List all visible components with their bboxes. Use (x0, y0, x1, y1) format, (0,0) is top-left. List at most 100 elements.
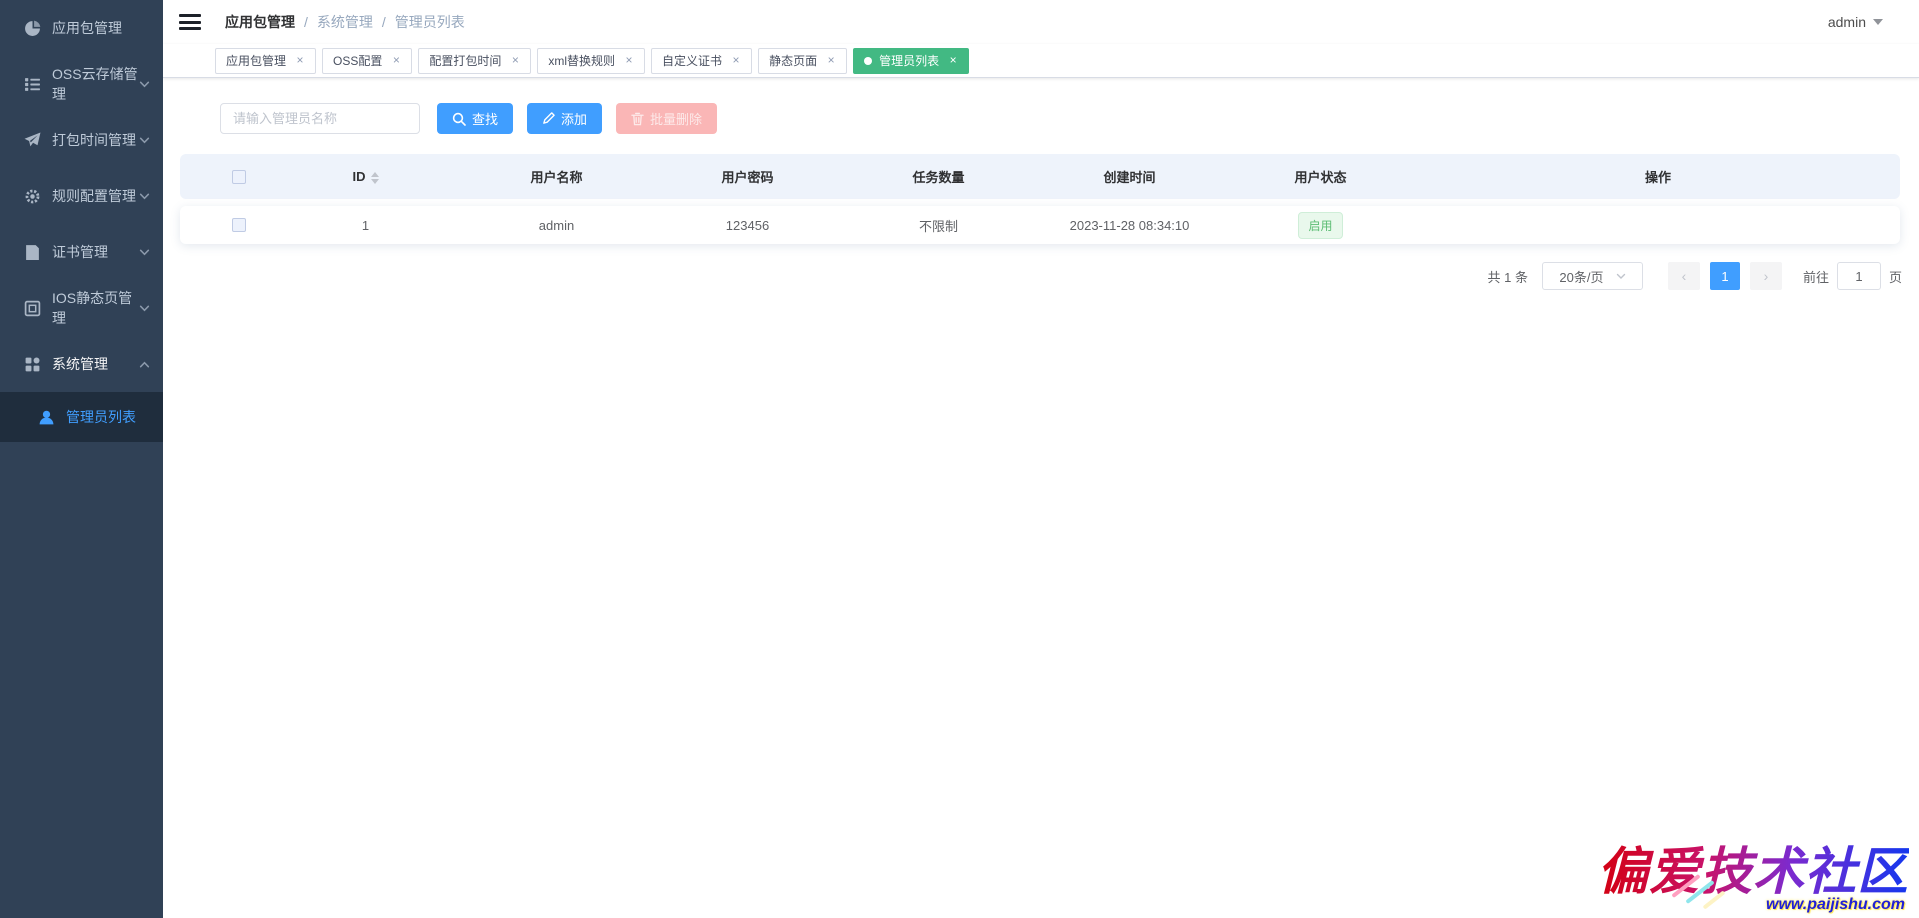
trash-icon (631, 112, 644, 126)
pagination-total: 共 1 条 (1488, 267, 1528, 286)
tab-custom-cert[interactable]: 自定义证书 × (651, 48, 752, 74)
chevron-down-icon (139, 79, 150, 90)
page-size-select[interactable]: 20条/页 (1542, 262, 1643, 290)
page-size-value: 20条/页 (1559, 267, 1603, 286)
close-icon[interactable]: × (729, 54, 743, 68)
sidebar-item-admin-list[interactable]: 管理员列表 (0, 392, 163, 442)
tab-oss-config[interactable]: OSS配置 × (322, 48, 412, 74)
close-icon[interactable]: × (622, 54, 636, 68)
sidebar-subitem-label: 管理员列表 (66, 407, 136, 427)
col-header-password: 用户密码 (652, 167, 843, 186)
tab-label: 自定义证书 (662, 52, 722, 69)
row-checkbox[interactable] (232, 218, 246, 232)
status-badge: 启用 (1298, 212, 1342, 239)
breadcrumb-separator: / (382, 14, 386, 30)
page-number-button[interactable]: 1 (1710, 262, 1740, 290)
add-button[interactable]: 添加 (527, 103, 602, 134)
breadcrumb-item: 系统管理 (317, 12, 373, 32)
batch-delete-button[interactable]: 批量删除 (616, 103, 717, 134)
tab-label: xml替换规则 (548, 52, 615, 69)
username-label: admin (1828, 14, 1866, 30)
search-input[interactable] (220, 103, 420, 134)
admin-table: ID 用户名称 用户密码 任务数量 创建时间 用户状态 操作 1 admin 1… (180, 154, 1900, 244)
batch-delete-label: 批量删除 (650, 109, 702, 128)
tab-package-time[interactable]: 配置打包时间 × (418, 48, 531, 74)
pagination: 共 1 条 20条/页 ‹ 1 › 前往 页 (1488, 262, 1903, 290)
select-all-checkbox[interactable] (232, 170, 246, 184)
user-icon (38, 409, 55, 426)
sidebar-item-label: 系统管理 (52, 354, 108, 374)
main-content: 查找 添加 批量删除 ID 用户名称 用户密码 任务数量 创建时间 用户 (163, 78, 1919, 918)
sidebar-item-oss-storage[interactable]: OSS云存储管理 (0, 56, 163, 112)
frame-icon (24, 300, 41, 317)
close-icon[interactable]: × (293, 54, 307, 68)
goto-page-input[interactable] (1837, 262, 1881, 290)
sidebar-item-system[interactable]: 系统管理 (0, 336, 163, 392)
col-header-username: 用户名称 (461, 167, 652, 186)
gear-icon (24, 188, 41, 205)
tab-static-page[interactable]: 静态页面 × (758, 48, 847, 74)
chevron-down-icon (139, 303, 150, 314)
col-header-id[interactable]: ID (270, 169, 461, 184)
tab-label: 应用包管理 (226, 52, 286, 69)
hamburger-icon[interactable] (179, 14, 201, 30)
sidebar-item-label: 打包时间管理 (52, 130, 136, 150)
table-row: 1 admin 123456 不限制 2023-11-28 08:34:10 启… (180, 206, 1900, 244)
tab-app-package[interactable]: 应用包管理 × (215, 48, 316, 74)
caret-down-icon (1873, 19, 1883, 25)
sidebar-item-label: 证书管理 (52, 242, 108, 262)
app-window: 应用包管理 OSS云存储管理 打包时间管理 规则配置管理 (0, 0, 1919, 918)
col-header-actions: 操作 (1416, 167, 1900, 186)
chevron-down-icon (1616, 271, 1626, 281)
breadcrumb-item: 管理员列表 (395, 12, 465, 32)
cell-password: 123456 (652, 218, 843, 233)
grid-icon (24, 356, 41, 373)
breadcrumb-separator: / (304, 14, 308, 30)
sidebar-item-rule-config[interactable]: 规则配置管理 (0, 168, 163, 224)
next-page-button[interactable]: › (1750, 262, 1782, 290)
dashboard-icon (24, 20, 41, 37)
close-icon[interactable]: × (824, 54, 838, 68)
tab-xml-rule[interactable]: xml替换规则 × (537, 48, 645, 74)
chevron-down-icon (139, 135, 150, 146)
search-icon (452, 112, 466, 126)
toolbar: 查找 添加 批量删除 (220, 103, 717, 134)
sidebar-item-certificate[interactable]: 证书管理 (0, 224, 163, 280)
add-button-label: 添加 (561, 109, 587, 128)
col-header-status: 用户状态 (1225, 167, 1416, 186)
sort-icon[interactable] (371, 172, 379, 184)
col-header-created-at: 创建时间 (1034, 167, 1225, 186)
sidebar-item-app-package[interactable]: 应用包管理 (0, 0, 163, 56)
close-icon[interactable]: × (946, 54, 960, 68)
close-icon[interactable]: × (508, 54, 522, 68)
sidebar-item-label: IOS静态页管理 (52, 288, 139, 328)
tab-label: 静态页面 (769, 52, 817, 69)
active-dot (864, 57, 872, 65)
col-header-task-count: 任务数量 (843, 167, 1034, 186)
tab-label: 管理员列表 (879, 52, 939, 69)
sidebar-item-package-time[interactable]: 打包时间管理 (0, 112, 163, 168)
sidebar: 应用包管理 OSS云存储管理 打包时间管理 规则配置管理 (0, 0, 163, 918)
sidebar-item-label: 规则配置管理 (52, 186, 136, 206)
chevron-down-icon (139, 247, 150, 258)
tab-admin-list[interactable]: 管理员列表 × (853, 48, 969, 74)
goto-label: 前往 (1803, 267, 1829, 286)
breadcrumb-item[interactable]: 应用包管理 (225, 12, 295, 32)
page-unit-label: 页 (1889, 267, 1902, 286)
sidebar-item-label: 应用包管理 (52, 18, 122, 38)
cell-task-count: 不限制 (843, 216, 1034, 235)
breadcrumb: 应用包管理 / 系统管理 / 管理员列表 (225, 12, 465, 32)
sidebar-item-label: OSS云存储管理 (52, 64, 139, 104)
tab-label: 配置打包时间 (429, 52, 501, 69)
user-dropdown[interactable]: admin (1828, 14, 1883, 30)
search-button-label: 查找 (472, 109, 498, 128)
topbar: 应用包管理 / 系统管理 / 管理员列表 admin (163, 0, 1919, 44)
prev-page-button[interactable]: ‹ (1668, 262, 1700, 290)
search-button[interactable]: 查找 (437, 103, 513, 134)
certificate-icon (24, 244, 41, 261)
close-icon[interactable]: × (389, 54, 403, 68)
chevron-up-icon (139, 359, 150, 370)
tags-view-bar: 应用包管理 × OSS配置 × 配置打包时间 × xml替换规则 × 自定义证书… (163, 44, 1919, 78)
tab-label: OSS配置 (333, 52, 382, 69)
sidebar-item-ios-static[interactable]: IOS静态页管理 (0, 280, 163, 336)
